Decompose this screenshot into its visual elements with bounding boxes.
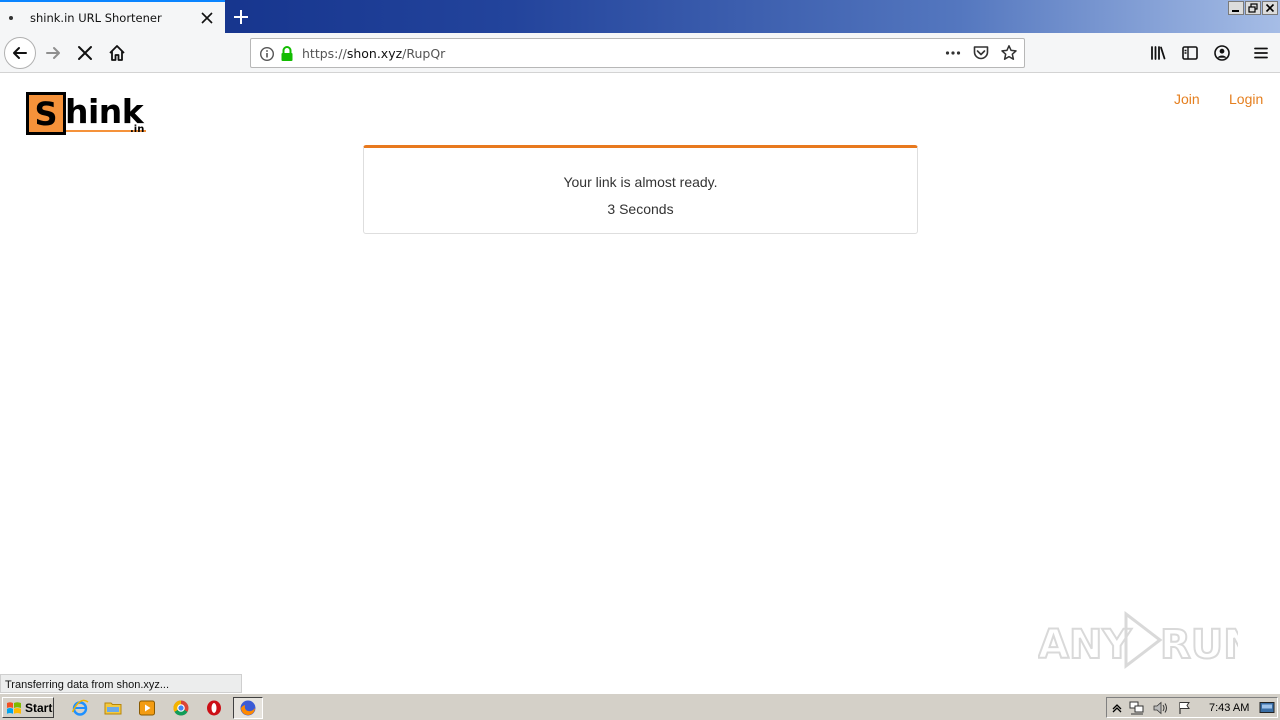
menu-button[interactable] bbox=[1251, 43, 1271, 63]
sidebar-icon bbox=[1182, 46, 1198, 60]
home-icon bbox=[109, 45, 125, 61]
taskbar-ie[interactable] bbox=[70, 698, 90, 718]
home-button[interactable] bbox=[107, 43, 127, 63]
tab-close-icon[interactable] bbox=[199, 10, 215, 26]
library-button[interactable] bbox=[1148, 43, 1168, 63]
tab-strip: shink.in URL Shortener bbox=[0, 0, 1280, 33]
url-bar[interactable]: https://shon.xyz/RupQr bbox=[250, 38, 1025, 68]
tab-loading-icon bbox=[9, 16, 13, 20]
navigation-toolbar: https://shon.xyz/RupQr bbox=[0, 33, 1280, 73]
minimize-icon bbox=[1232, 10, 1239, 12]
opera-icon bbox=[207, 700, 221, 716]
chrome-icon bbox=[173, 700, 189, 716]
link-ready-card: Your link is almost ready. 3 Seconds bbox=[363, 145, 918, 234]
close-icon bbox=[1265, 3, 1275, 13]
logo-tld: .in bbox=[130, 124, 145, 135]
close-window-button[interactable] bbox=[1262, 1, 1278, 15]
stop-button[interactable] bbox=[75, 43, 95, 63]
windows-logo-icon bbox=[7, 701, 21, 714]
account-button[interactable] bbox=[1212, 43, 1232, 63]
taskbar-explorer[interactable] bbox=[103, 698, 123, 718]
action-center-flag-icon[interactable] bbox=[1177, 701, 1193, 715]
taskbar: Start 7:43 AM bbox=[0, 693, 1280, 720]
countdown-text: 3 Seconds bbox=[607, 201, 674, 217]
tray-expand-icon[interactable] bbox=[1111, 702, 1123, 714]
start-button[interactable]: Start bbox=[2, 697, 54, 718]
start-label: Start bbox=[25, 700, 53, 715]
taskbar-media-player[interactable] bbox=[137, 698, 157, 718]
url-actions bbox=[944, 44, 1018, 62]
back-button[interactable] bbox=[4, 37, 36, 69]
restore-button[interactable] bbox=[1245, 1, 1261, 15]
site-logo[interactable]: S hink .in bbox=[26, 92, 151, 138]
join-link[interactable]: Join bbox=[1174, 91, 1200, 107]
library-icon bbox=[1151, 46, 1166, 60]
minimize-button[interactable] bbox=[1228, 1, 1244, 15]
forward-button[interactable] bbox=[43, 43, 63, 63]
info-icon[interactable] bbox=[259, 46, 275, 62]
taskbar-chrome[interactable] bbox=[171, 698, 191, 718]
url-text[interactable]: https://shon.xyz/RupQr bbox=[302, 46, 445, 61]
taskbar-firefox[interactable] bbox=[233, 697, 263, 719]
system-tray: 7:43 AM bbox=[1106, 697, 1278, 718]
lock-icon[interactable] bbox=[279, 45, 295, 63]
folder-icon bbox=[104, 702, 122, 715]
new-tab-icon[interactable] bbox=[230, 6, 252, 28]
taskbar-opera[interactable] bbox=[204, 698, 224, 718]
svg-text:RUN: RUN bbox=[1160, 622, 1238, 668]
tab-title: shink.in URL Shortener bbox=[30, 11, 162, 25]
browser-tab[interactable]: shink.in URL Shortener bbox=[0, 0, 225, 33]
account-icon bbox=[1214, 45, 1230, 61]
url-scheme: https:// bbox=[302, 46, 347, 61]
status-bar: Transferring data from shon.xyz... bbox=[0, 674, 242, 693]
url-host: shon.xyz bbox=[346, 46, 403, 61]
anyrun-watermark: ANY RUN bbox=[1037, 608, 1258, 673]
pocket-icon[interactable] bbox=[972, 44, 990, 62]
clock[interactable]: 7:43 AM bbox=[1209, 702, 1249, 714]
svg-text:ANY: ANY bbox=[1038, 622, 1132, 668]
firefox-icon bbox=[240, 700, 256, 716]
anyrun-logo-icon: ANY RUN bbox=[1037, 610, 1258, 670]
login-link[interactable]: Login bbox=[1229, 91, 1263, 107]
url-path: /RupQr bbox=[402, 46, 446, 61]
logo-letter-box: S bbox=[26, 92, 66, 135]
media-player-icon bbox=[139, 700, 155, 716]
volume-icon[interactable] bbox=[1153, 701, 1169, 715]
internet-explorer-icon bbox=[71, 699, 89, 716]
restore-icon bbox=[1248, 3, 1258, 13]
hamburger-menu-icon bbox=[1254, 47, 1268, 59]
sidebar-button[interactable] bbox=[1180, 43, 1200, 63]
network-icon[interactable] bbox=[1129, 701, 1145, 715]
window-controls bbox=[1228, 1, 1278, 15]
back-arrow-icon bbox=[13, 47, 27, 59]
stop-icon bbox=[78, 46, 92, 60]
bookmark-star-icon[interactable] bbox=[1000, 44, 1018, 62]
show-desktop-icon[interactable] bbox=[1259, 701, 1275, 715]
link-ready-message: Your link is almost ready. bbox=[563, 174, 718, 190]
forward-arrow-icon bbox=[46, 47, 60, 59]
page-actions-icon[interactable] bbox=[944, 44, 962, 62]
